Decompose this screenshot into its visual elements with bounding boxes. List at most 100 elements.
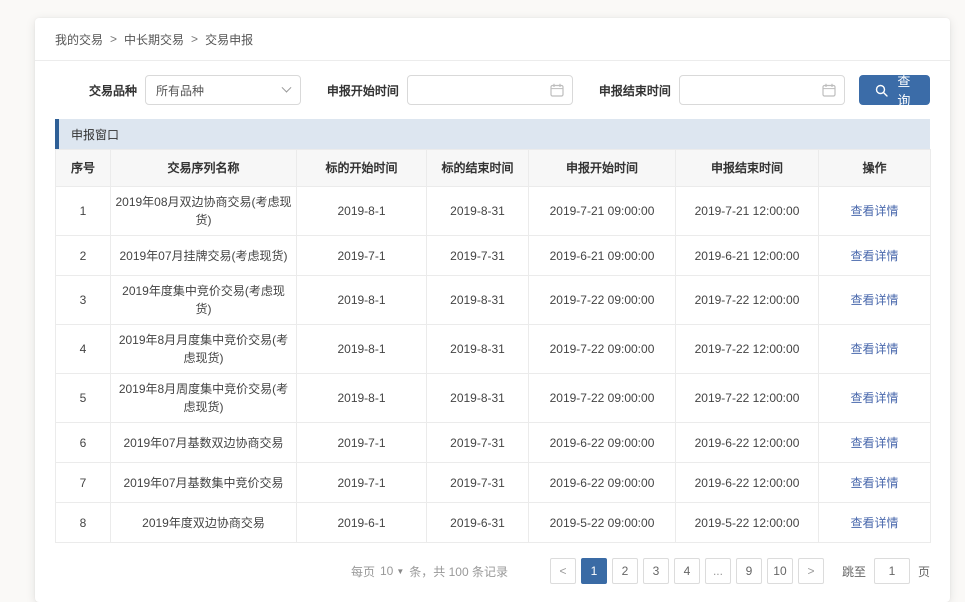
breadcrumb-item-my-trades[interactable]: 我的交易 [55, 31, 103, 48]
target-start-time: 2019-7-1 [297, 463, 427, 503]
per-page-prefix: 每页 [351, 563, 375, 580]
table-row: 4 2019年8月月度集中竞价交易(考虑现货) 2019-8-1 2019-8-… [56, 325, 931, 374]
page-button-9[interactable]: 9 [736, 558, 762, 584]
breadcrumb-item-mid-long-term[interactable]: 中长期交易 [124, 31, 184, 48]
col-header-index: 序号 [56, 150, 111, 187]
declare-start-time: 2019-7-22 09:00:00 [529, 276, 676, 325]
view-details-link[interactable]: 查看详情 [850, 391, 898, 405]
view-details-link[interactable]: 查看详情 [850, 293, 898, 307]
breadcrumb-separator: > [191, 32, 198, 46]
view-details-link[interactable]: 查看详情 [850, 476, 898, 490]
declare-start-time: 2019-6-22 09:00:00 [529, 463, 676, 503]
per-page-select[interactable]: 10 ▼ [380, 564, 404, 578]
page-button-1[interactable]: 1 [581, 558, 607, 584]
declare-start-time: 2019-7-22 09:00:00 [529, 325, 676, 374]
declare-end-time: 2019-5-22 12:00:00 [676, 503, 819, 543]
table-row: 3 2019年度集中竞价交易(考虑现货) 2019-8-1 2019-8-31 … [56, 276, 931, 325]
table-row: 2 2019年07月挂牌交易(考虑现货) 2019-7-1 2019-7-31 … [56, 236, 931, 276]
product-type-selected-value: 所有品种 [156, 82, 204, 99]
col-header-target-start: 标的开始时间 [297, 150, 427, 187]
page-button-4[interactable]: 4 [674, 558, 700, 584]
row-index: 8 [56, 503, 111, 543]
sequence-name: 2019年8月月度集中竞价交易(考虑现货) [111, 325, 297, 374]
declare-end-datepicker [679, 75, 845, 105]
prev-page-button[interactable]: < [550, 558, 576, 584]
target-start-time: 2019-8-1 [297, 187, 427, 236]
section-title: 申报窗口 [71, 126, 119, 143]
col-header-target-end: 标的结束时间 [427, 150, 529, 187]
target-start-time: 2019-8-1 [297, 276, 427, 325]
total-records-text: 条，共 100 条记录 [409, 563, 508, 580]
declare-end-time: 2019-7-22 12:00:00 [676, 374, 819, 423]
table-footer: 每页 10 ▼ 条，共 100 条记录 < 1 2 3 4 ... 9 10 >… [55, 558, 930, 602]
search-icon [875, 84, 888, 97]
view-details-link[interactable]: 查看详情 [850, 204, 898, 218]
jump-suffix: 页 [918, 563, 930, 580]
filter-bar: 交易品种 所有品种 申报开始时间 申报结束时间 [35, 61, 950, 118]
content-card: 我的交易 > 中长期交易 > 交易申报 交易品种 所有品种 申报开始时间 申报结… [35, 18, 950, 602]
declare-end-time: 2019-7-22 12:00:00 [676, 276, 819, 325]
next-page-button[interactable]: > [798, 558, 824, 584]
jump-to-page: 跳至 页 [842, 558, 930, 584]
chevron-down-icon [281, 82, 291, 92]
target-end-time: 2019-7-31 [427, 463, 529, 503]
declare-end-label: 申报结束时间 [599, 82, 671, 99]
breadcrumb: 我的交易 > 中长期交易 > 交易申报 [35, 18, 950, 61]
row-index: 1 [56, 187, 111, 236]
search-button-label: 查询 [894, 71, 914, 109]
per-page-control: 每页 10 ▼ 条，共 100 条记录 [351, 563, 508, 580]
product-type-label: 交易品种 [89, 82, 137, 99]
table-row: 8 2019年度双边协商交易 2019-6-1 2019-6-31 2019-5… [56, 503, 931, 543]
view-details-link[interactable]: 查看详情 [850, 249, 898, 263]
page-button-2[interactable]: 2 [612, 558, 638, 584]
target-end-time: 2019-8-31 [427, 374, 529, 423]
table-row: 5 2019年8月周度集中竞价交易(考虑现货) 2019-8-1 2019-8-… [56, 374, 931, 423]
view-details-link[interactable]: 查看详情 [850, 342, 898, 356]
calendar-icon[interactable] [550, 83, 564, 97]
breadcrumb-separator: > [110, 32, 117, 46]
section-header-declare-window: 申报窗口 [55, 119, 930, 149]
declare-end-time: 2019-6-22 12:00:00 [676, 463, 819, 503]
target-end-time: 2019-7-31 [427, 236, 529, 276]
row-index: 4 [56, 325, 111, 374]
target-end-time: 2019-7-31 [427, 423, 529, 463]
declare-end-time: 2019-7-21 12:00:00 [676, 187, 819, 236]
target-end-time: 2019-8-31 [427, 187, 529, 236]
target-end-time: 2019-8-31 [427, 276, 529, 325]
target-start-time: 2019-8-1 [297, 325, 427, 374]
target-start-time: 2019-6-1 [297, 503, 427, 543]
jump-page-input[interactable] [874, 558, 910, 584]
declare-end-input[interactable] [688, 82, 822, 98]
declare-start-time: 2019-5-22 09:00:00 [529, 503, 676, 543]
declare-start-input[interactable] [416, 82, 550, 98]
caret-down-icon: ▼ [396, 567, 404, 576]
table-row: 7 2019年07月基数集中竞价交易 2019-7-1 2019-7-31 20… [56, 463, 931, 503]
calendar-icon[interactable] [822, 83, 836, 97]
declare-start-time: 2019-7-22 09:00:00 [529, 374, 676, 423]
view-details-link[interactable]: 查看详情 [850, 516, 898, 530]
row-index: 7 [56, 463, 111, 503]
target-start-time: 2019-7-1 [297, 423, 427, 463]
sequence-name: 2019年07月基数双边协商交易 [111, 423, 297, 463]
declare-start-time: 2019-6-22 09:00:00 [529, 423, 676, 463]
declare-end-time: 2019-6-22 12:00:00 [676, 423, 819, 463]
view-details-link[interactable]: 查看详情 [850, 436, 898, 450]
product-type-select[interactable]: 所有品种 [145, 75, 301, 105]
target-end-time: 2019-8-31 [427, 325, 529, 374]
declare-start-time: 2019-6-21 09:00:00 [529, 236, 676, 276]
search-button[interactable]: 查询 [859, 75, 930, 105]
col-header-declare-start: 申报开始时间 [529, 150, 676, 187]
declare-end-time: 2019-6-21 12:00:00 [676, 236, 819, 276]
breadcrumb-item-trade-declaration: 交易申报 [205, 31, 253, 48]
page-button-10[interactable]: 10 [767, 558, 793, 584]
target-end-time: 2019-6-31 [427, 503, 529, 543]
declare-start-time: 2019-7-21 09:00:00 [529, 187, 676, 236]
page-button-3[interactable]: 3 [643, 558, 669, 584]
target-start-time: 2019-8-1 [297, 374, 427, 423]
target-start-time: 2019-7-1 [297, 236, 427, 276]
page-ellipsis: ... [705, 558, 731, 584]
sequence-name: 2019年08月双边协商交易(考虑现货) [111, 187, 297, 236]
row-index: 2 [56, 236, 111, 276]
sequence-name: 2019年度集中竞价交易(考虑现货) [111, 276, 297, 325]
declare-end-time: 2019-7-22 12:00:00 [676, 325, 819, 374]
